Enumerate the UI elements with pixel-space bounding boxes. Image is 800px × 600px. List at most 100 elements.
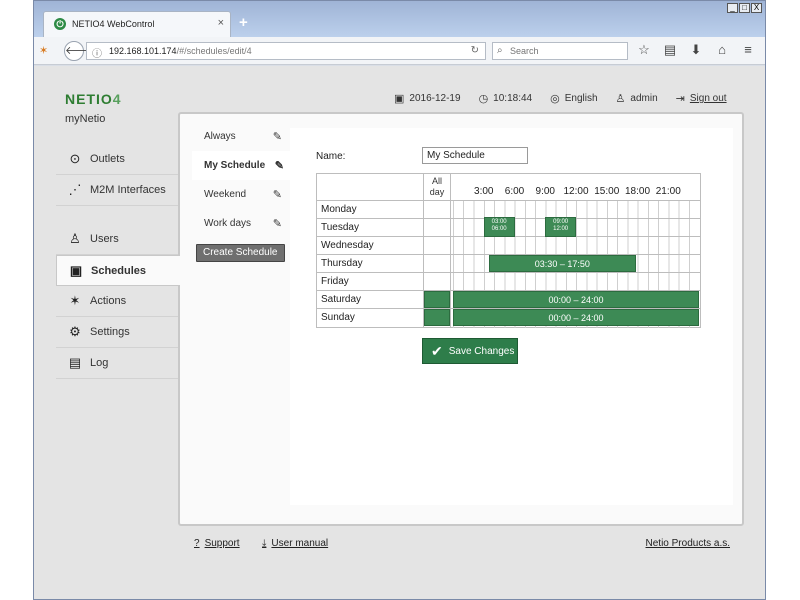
edit-icon[interactable]: ✎: [273, 130, 282, 143]
sidebar-item-outlets[interactable]: ⊙ Outlets: [56, 144, 178, 175]
sidebar-item-actions[interactable]: ✶ Actions: [56, 286, 178, 317]
sidebar-item-label: M2M Interfaces: [90, 184, 166, 196]
schedule-interval[interactable]: 03:30 – 17:50: [488, 255, 636, 272]
new-tab-button[interactable]: +: [239, 14, 248, 31]
edit-icon[interactable]: ✎: [275, 159, 284, 172]
reload-icon[interactable]: ↻: [471, 45, 479, 56]
sidebar-item-label: Log: [90, 357, 109, 369]
outlet-icon: ⊙: [69, 151, 81, 166]
info-icon[interactable]: ⓘ: [92, 45, 102, 60]
schedule-interval[interactable]: 03:00 06:00: [483, 217, 515, 237]
allday-cell[interactable]: [424, 309, 450, 326]
help-icon: ?: [194, 538, 200, 549]
hour-label: 3:00: [474, 186, 494, 197]
edit-icon[interactable]: ✎: [273, 188, 282, 201]
schedule-interval[interactable]: 00:00 – 24:00: [453, 291, 699, 308]
search-bar[interactable]: ⌕: [492, 42, 628, 60]
wand-icon: ✶: [69, 293, 81, 308]
edit-icon[interactable]: ✎: [273, 217, 282, 230]
create-schedule-button[interactable]: Create Schedule: [196, 244, 285, 262]
hour-label: 18:00: [624, 186, 651, 197]
save-changes-button[interactable]: ✔ Save Changes: [422, 338, 518, 364]
browser-tab[interactable]: ⏻ NETIO4 WebControl ×: [43, 11, 231, 37]
m2m-icon: ⋰: [68, 182, 82, 197]
support-link[interactable]: ? Support: [194, 538, 240, 549]
language-text: English: [564, 93, 598, 104]
reading-list-icon[interactable]: ▤: [662, 42, 678, 58]
browser-window: ⏻ NETIO4 WebControl × + _ □ X ✶ 🡐 ⓘ 192.…: [33, 0, 766, 600]
allday-cell[interactable]: [424, 291, 450, 308]
logo-text: NETIO: [65, 91, 113, 107]
day-label: Sunday: [321, 312, 355, 323]
schedule-item-weekend[interactable]: Weekend ✎: [192, 180, 288, 209]
url-host: 192.168.101.174: [109, 46, 177, 56]
time-display: ◷ 10:18:44: [479, 92, 533, 105]
name-label: Name:: [316, 151, 346, 162]
day-label: Monday: [321, 204, 357, 215]
download-icon[interactable]: ⬇: [688, 42, 704, 58]
back-button[interactable]: 🡐: [64, 41, 95, 61]
day-row[interactable]: Wednesday: [317, 236, 700, 254]
bookmark-star-icon[interactable]: ☆: [636, 42, 652, 58]
gear-icon: ⚙: [69, 324, 81, 339]
minimize-button[interactable]: _: [727, 3, 738, 13]
hour-label: 21:00: [655, 186, 681, 197]
restore-button[interactable]: □: [739, 3, 750, 13]
company-link[interactable]: Netio Products a.s.: [646, 538, 730, 549]
tab-close-icon[interactable]: ×: [218, 17, 224, 29]
schedule-interval[interactable]: 09:00 12:00: [545, 217, 576, 237]
language-selector[interactable]: ◎ English: [550, 92, 597, 105]
search-input[interactable]: [510, 45, 620, 57]
schedule-interval[interactable]: 00:00 – 24:00: [453, 309, 699, 326]
sidebar-item-m2m-interfaces[interactable]: ⋰ M2M Interfaces: [56, 175, 178, 206]
logo-number: 4: [112, 91, 122, 107]
clock-icon: ◷: [478, 93, 489, 105]
allday-header: All day: [429, 176, 445, 197]
checkmark-icon: ✔: [431, 342, 443, 359]
sidebar-item-settings[interactable]: ⚙ Settings: [56, 317, 178, 348]
netio-logo: NETIO4: [65, 91, 122, 107]
address-bar[interactable]: ⓘ 192.168.101.174/#/schedules/edit/4 ↻: [86, 42, 486, 60]
day-label: Saturday: [321, 294, 362, 305]
company-text: Netio Products a.s.: [645, 538, 730, 549]
navigation-bar: ✶ 🡐 ⓘ 192.168.101.174/#/schedules/edit/4…: [34, 37, 765, 65]
user-manual-link[interactable]: ⤓ User manual: [262, 538, 328, 549]
sidebar-item-log[interactable]: ▤ Log: [56, 348, 178, 379]
sidebar-item-label: Outlets: [90, 153, 125, 165]
timeline-divider: [450, 174, 451, 328]
day-row[interactable]: Friday: [317, 272, 700, 290]
name-input[interactable]: [422, 147, 528, 164]
sign-out-text: Sign out: [689, 93, 727, 104]
date-display: ▣ 2016-12-19: [394, 92, 461, 105]
day-row[interactable]: Monday: [317, 200, 700, 218]
page-content: NETIO4 myNetio ▣ 2016-12-19 ◷ 10:18:44 ◎ En…: [34, 66, 765, 599]
sidebar: ⊙ Outlets ⋰ M2M Interfaces ♙ Users ▣ Schedul…: [56, 144, 180, 379]
schedules-panel: Always ✎ My Schedule ✎ Weekend ✎ Work days ✎…: [178, 112, 744, 526]
sign-out-link[interactable]: ⇥ Sign out: [676, 92, 727, 105]
sign-out-icon: ⇥: [675, 93, 685, 105]
schedule-item-work-days[interactable]: Work days ✎: [192, 209, 288, 238]
day-label: Tuesday: [321, 222, 359, 233]
menu-icon[interactable]: ≡: [740, 42, 756, 58]
sidebar-item-label: Settings: [90, 326, 130, 338]
device-name: myNetio: [65, 113, 106, 125]
title-bar: ⏻ NETIO4 WebControl × + _ □ X: [34, 1, 765, 37]
hour-label: 12:00: [563, 186, 589, 197]
home-icon[interactable]: ⌂: [714, 42, 730, 58]
close-button[interactable]: X: [751, 3, 762, 13]
download-file-icon: ⤓: [262, 538, 267, 549]
interval-start-label: 03:00: [491, 219, 507, 225]
user-display: ♙ admin: [616, 92, 658, 105]
spark-icon: ✶: [39, 45, 49, 57]
power-icon: ⏻: [54, 18, 66, 30]
schedule-item-always[interactable]: Always ✎: [192, 122, 288, 151]
schedule-item-my-schedule[interactable]: My Schedule ✎: [192, 151, 290, 180]
manual-text: User manual: [271, 538, 329, 549]
language-icon: ◎: [550, 93, 560, 105]
sidebar-item-users[interactable]: ♙ Users: [56, 224, 178, 255]
search-icon: ⌕: [497, 45, 503, 56]
sidebar-item-schedules[interactable]: ▣ Schedules: [56, 255, 180, 286]
sidebar-item-label: Users: [90, 233, 119, 245]
calendar-icon: ▣: [394, 93, 405, 105]
